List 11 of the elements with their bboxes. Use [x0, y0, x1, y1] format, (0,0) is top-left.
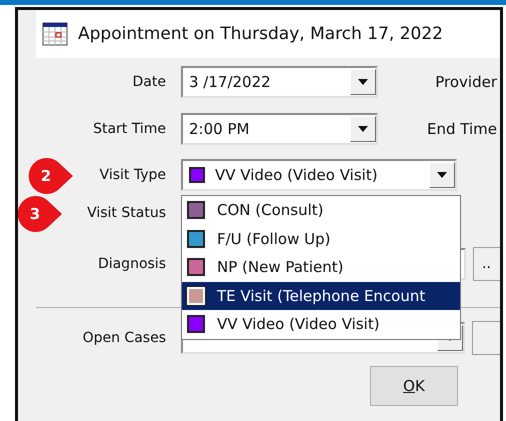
field-label: Visit Status: [87, 205, 166, 221]
window-title: Appointment on Thursday, March 17, 2022: [78, 24, 444, 44]
field-label: Open Cases: [82, 330, 166, 346]
field-label: Date: [132, 74, 166, 90]
field-label: Diagnosis: [98, 256, 166, 272]
field-label: Provider: [435, 73, 498, 91]
field-label: End Time: [427, 120, 498, 138]
field-label: Visit Type: [100, 167, 166, 183]
field-label: Start Time: [93, 121, 166, 137]
callout-badge: 3: [18, 195, 62, 233]
callout-badge: 2: [28, 157, 73, 195]
